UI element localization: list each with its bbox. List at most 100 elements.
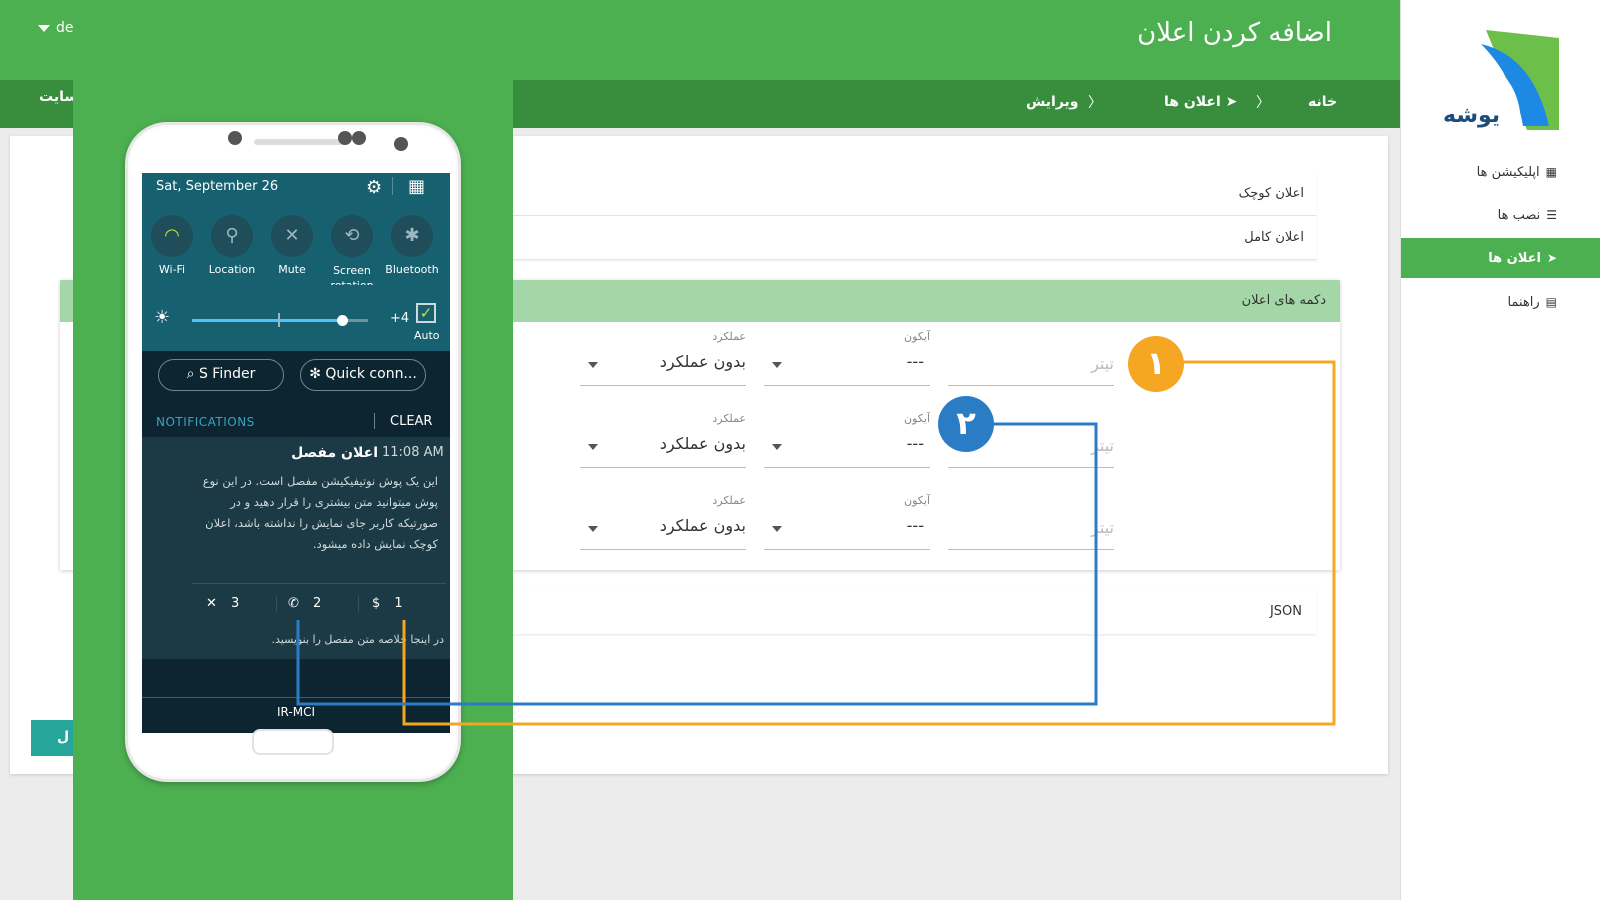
breadcrumb-separator: 〉 (1256, 95, 1270, 111)
quick-connect-button[interactable]: ✻ Quick conn... (300, 359, 426, 391)
full-notification-row[interactable]: اعلان کامل (498, 216, 1316, 260)
phone-icon: ✆ (288, 596, 299, 611)
action-select[interactable]: عملکرد بدون عملکرد (580, 494, 746, 550)
bluetooth-icon: ✱ (391, 215, 433, 257)
sidebar-item-help[interactable]: ▤ راهنما (1401, 282, 1600, 322)
app-logo: یوشه (1443, 30, 1559, 130)
brightness-icon: ☀ (154, 307, 171, 328)
camera-icon (394, 137, 408, 151)
tile-screen-rotation[interactable]: ⟲ Screen rotation (322, 215, 382, 285)
breadcrumb-home[interactable]: خانه (1308, 94, 1337, 110)
notification-body: این یک پوش نوتیفیکیشن مفصل است. در این ن… (202, 474, 438, 551)
tile-location[interactable]: ⚲ Location (202, 215, 262, 276)
notification-summary: در اینجا خلاصه متن مفصل را بنویسید. (271, 633, 445, 646)
brightness-control: ☀ +4 ✓ Auto (154, 303, 444, 342)
json-row[interactable]: JSON (498, 590, 1316, 634)
title-input[interactable]: تیتر (948, 330, 1114, 386)
grid-icon[interactable]: ▦ (408, 176, 425, 197)
dropdown-arrow-icon (772, 362, 782, 368)
sidebar-item-notifications[interactable]: ➤ اعلان ها (1401, 238, 1600, 278)
phone-screen: Sat, September 26 ⚙ ▦ ◠ Wi-Fi ⚲ Location… (142, 173, 450, 733)
action-select[interactable]: عملکرد بدون عملکرد (580, 412, 746, 468)
annotation-badge-1: ١ (1128, 336, 1184, 392)
breadcrumb-edit: ویرایش (1026, 94, 1079, 110)
breadcrumb-separator: 〉 (1088, 95, 1102, 111)
tile-bluetooth[interactable]: ✱ Bluetooth (382, 215, 442, 276)
brightness-value: +4 (390, 311, 410, 326)
connect-icon: ✻ (309, 366, 321, 382)
action-button-2[interactable]: ✆ 2 (288, 596, 321, 611)
phone-mockup: Sat, September 26 ⚙ ▦ ◠ Wi-Fi ⚲ Location… (125, 122, 461, 782)
icon-select[interactable]: آیکون --- (764, 412, 930, 468)
tile-wifi[interactable]: ◠ Wi-Fi (142, 215, 202, 276)
dropdown-arrow-icon (588, 444, 598, 450)
sensor-icon (338, 131, 352, 145)
user-name: de (56, 20, 74, 36)
breadcrumb-notifications[interactable]: ➤ اعلان ها (1164, 94, 1237, 110)
page-title: اضافه کردن اعلان (1137, 18, 1332, 48)
grid-icon: ▦ (1545, 165, 1557, 179)
quick-settings: Sat, September 26 ⚙ ▦ ◠ Wi-Fi ⚲ Location… (142, 173, 450, 351)
clear-button[interactable]: CLEAR (390, 414, 432, 429)
chevron-down-icon (38, 24, 50, 32)
notification-time: 11:08 AM (382, 445, 444, 460)
auto-checkbox[interactable]: ✓ (416, 303, 436, 323)
sidebar-item-installs[interactable]: ☰ نصب ها (1401, 195, 1600, 235)
brightness-slider[interactable] (192, 313, 368, 327)
logo-text: یوشه (1443, 103, 1500, 128)
wifi-icon: ◠ (151, 215, 193, 257)
auto-label: Auto (414, 329, 440, 342)
send-icon: ➤ (1546, 251, 1557, 265)
annotation-badge-2: ٢ (938, 396, 994, 452)
dropdown-arrow-icon (588, 362, 598, 368)
brightness-fill (192, 319, 342, 322)
rotation-icon: ⟲ (331, 215, 373, 257)
user-menu[interactable]: de (38, 20, 74, 36)
divider (276, 596, 277, 612)
book-icon: ▤ (1545, 295, 1557, 309)
action-select[interactable]: عملکرد بدون عملکرد (580, 330, 746, 386)
dollar-icon: $ (372, 596, 381, 611)
sensor-icon (228, 131, 242, 145)
divider (392, 177, 393, 195)
top-header: اضافه کردن اعلان de (0, 0, 1400, 80)
notification-title: اعلان مفصل (291, 445, 378, 461)
dropdown-arrow-icon (772, 526, 782, 532)
phone-preview-panel: Sat, September 26 ⚙ ▦ ◠ Wi-Fi ⚲ Location… (73, 80, 513, 900)
home-button[interactable] (252, 729, 334, 755)
panel-title: دکمه های اعلان (1241, 293, 1326, 308)
search-icon: ⌕ (186, 366, 195, 382)
close-icon: ✕ (206, 596, 217, 611)
send-icon: ➤ (1225, 94, 1238, 110)
speaker-grille (254, 139, 346, 145)
json-label: JSON (1269, 604, 1302, 619)
title-input[interactable]: تیتر (948, 494, 1114, 550)
action-button-3[interactable]: ✕ 3 (206, 596, 239, 611)
notification-card[interactable]: 11:08 AM اعلان مفصل این یک پوش نوتیفیکیش… (142, 437, 450, 659)
list-icon: ☰ (1546, 208, 1557, 222)
dropdown-arrow-icon (772, 444, 782, 450)
divider (374, 413, 375, 429)
tile-mute[interactable]: ✕ Mute (262, 215, 322, 276)
divider (358, 596, 359, 612)
date-label: Sat, September 26 (156, 179, 279, 194)
icon-select[interactable]: آیکون --- (764, 330, 930, 386)
notifications-header: NOTIFICATIONS (156, 415, 255, 429)
mute-icon: ✕ (271, 215, 313, 257)
sidebar: یوشه ▦ اپلیکیشن ها ☰ نصب ها ➤ اعلان ها ▤… (1400, 0, 1600, 900)
small-notification-row[interactable]: اعلان کوچک (498, 172, 1316, 216)
sensor-icon (352, 131, 366, 145)
dropdown-arrow-icon (588, 526, 598, 532)
notification-shade: ⌕ S Finder ✻ Quick conn... NOTIFICATIONS… (142, 351, 450, 733)
notification-actions: ✕ 3 ✆ 2 $ 1 (192, 583, 446, 613)
s-finder-button[interactable]: ⌕ S Finder (158, 359, 284, 391)
location-icon: ⚲ (211, 215, 253, 257)
brightness-thumb[interactable] (336, 315, 348, 326)
gear-icon[interactable]: ⚙ (366, 177, 382, 198)
icon-select[interactable]: آیکون --- (764, 494, 930, 550)
divider (142, 697, 450, 698)
sidebar-item-apps[interactable]: ▦ اپلیکیشن ها (1401, 152, 1600, 192)
slider-midpoint (278, 313, 280, 327)
action-button-1[interactable]: $ 1 (372, 596, 403, 611)
carrier-label: IR-MCI (277, 705, 315, 719)
